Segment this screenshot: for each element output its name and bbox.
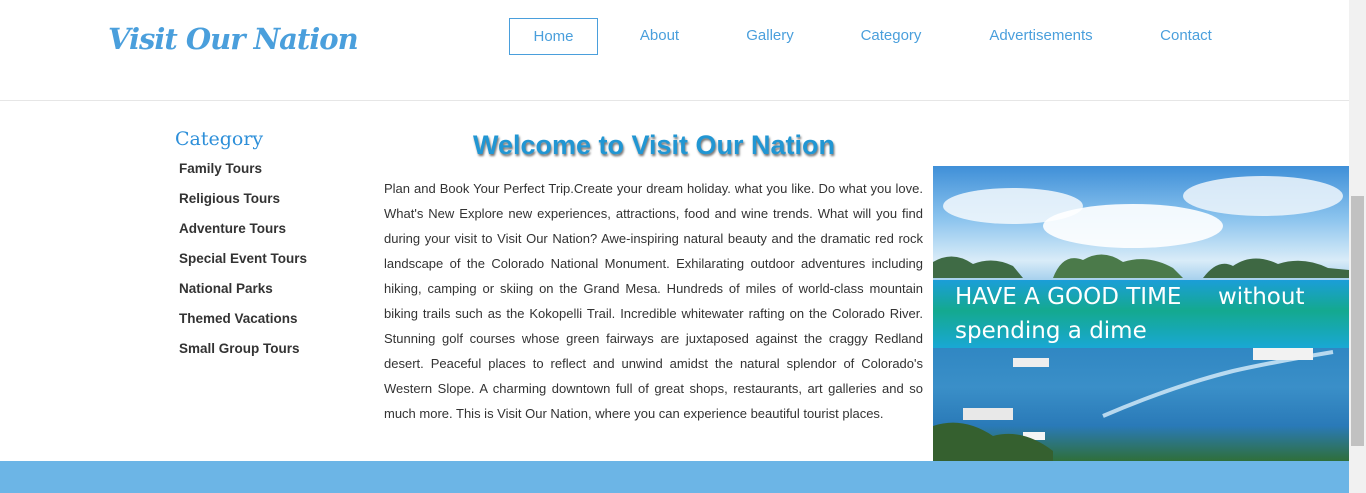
banner-caption: HAVE A GOOD TIME without spending a dime	[955, 284, 1312, 344]
boat-wake	[1102, 350, 1334, 418]
promo-banner: HAVE A GOOD TIME without spending a dime	[933, 166, 1349, 461]
sidebar-item-religious-tours: Religious Tours	[175, 184, 355, 214]
sidebar-link[interactable]: Family Tours	[179, 161, 262, 176]
boat-shape	[1013, 358, 1049, 367]
sidebar-link[interactable]: Religious Tours	[179, 191, 280, 206]
island-shape	[1053, 254, 1183, 278]
nav-advertisements[interactable]: Advertisements	[975, 18, 1107, 53]
scrollbar-thumb[interactable]	[1351, 196, 1364, 446]
sidebar-link[interactable]: National Parks	[179, 281, 273, 296]
island-shape	[933, 256, 1023, 278]
nav-about[interactable]: About	[624, 18, 695, 53]
sidebar-item-small-group-tours: Small Group Tours	[175, 334, 355, 364]
sidebar-item-themed-vacations: Themed Vacations	[175, 304, 355, 334]
page-scrollbar[interactable]	[1349, 0, 1366, 493]
category-sidebar: Category Family Tours Religious Tours Ad…	[175, 128, 355, 364]
page-title: Welcome to Visit Our Nation	[472, 130, 836, 160]
nav-gallery[interactable]: Gallery	[730, 18, 810, 53]
intro-paragraph: Plan and Book Your Perfect Trip.Create y…	[384, 181, 923, 421]
sidebar-item-adventure-tours: Adventure Tours	[175, 214, 355, 244]
boat-shape	[1253, 348, 1313, 360]
boat-shape	[963, 408, 1013, 420]
island-shape	[1203, 258, 1349, 278]
sidebar-item-national-parks: National Parks	[175, 274, 355, 304]
sidebar-link[interactable]: Adventure Tours	[179, 221, 286, 236]
nav-category[interactable]: Category	[846, 18, 936, 53]
category-list: Family Tours Religious Tours Adventure T…	[175, 154, 355, 364]
sidebar-item-family-tours: Family Tours	[175, 154, 355, 184]
sidebar-link[interactable]: Small Group Tours	[179, 341, 300, 356]
footer-strip	[0, 461, 1349, 493]
sidebar-title: Category	[175, 128, 264, 150]
sidebar-link[interactable]: Special Event Tours	[179, 251, 307, 266]
site-header: Visit Our Nation Home About Gallery Cate…	[0, 0, 1349, 101]
sidebar-link[interactable]: Themed Vacations	[179, 311, 298, 326]
cloud-shape	[1043, 204, 1223, 248]
cloud-shape	[1183, 176, 1343, 216]
nav-home[interactable]: Home	[509, 18, 598, 55]
sidebar-item-special-event-tours: Special Event Tours	[175, 244, 355, 274]
site-logo[interactable]: Visit Our Nation	[108, 22, 359, 56]
nav-contact[interactable]: Contact	[1146, 18, 1226, 53]
trees-shape	[933, 422, 1053, 461]
